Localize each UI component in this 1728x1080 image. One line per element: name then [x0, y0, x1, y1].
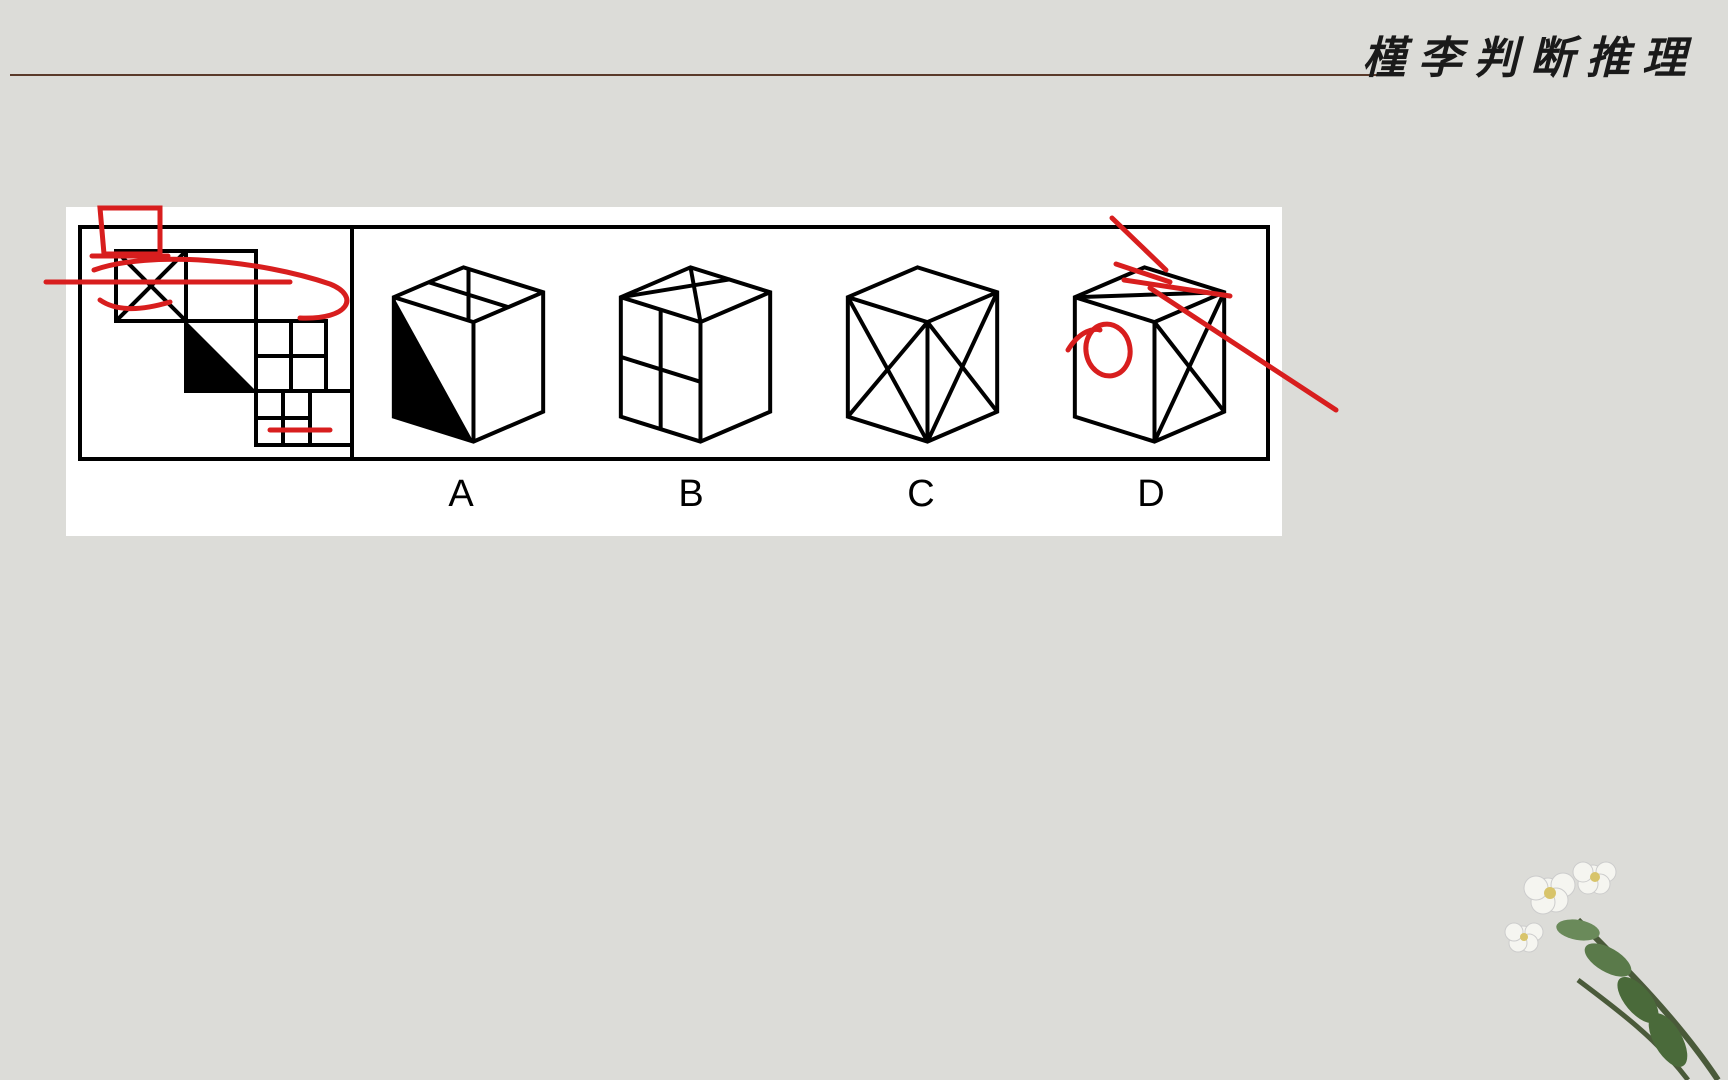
- options-panel: [354, 229, 1266, 457]
- label-b: B: [576, 473, 806, 516]
- label-c: C: [806, 473, 1036, 516]
- net-svg: [82, 229, 354, 457]
- header-rule: [10, 74, 1398, 76]
- question-card: A B C D: [66, 207, 1282, 536]
- page-title: 槿李判断推理: [1362, 22, 1698, 86]
- options-svg: [354, 229, 1266, 457]
- label-a: A: [346, 473, 576, 516]
- flower-decoration-icon: [1428, 780, 1728, 1080]
- option-labels: A B C D: [346, 473, 1282, 516]
- question-box: [78, 225, 1270, 461]
- net-panel: [82, 229, 354, 457]
- label-d: D: [1036, 473, 1266, 516]
